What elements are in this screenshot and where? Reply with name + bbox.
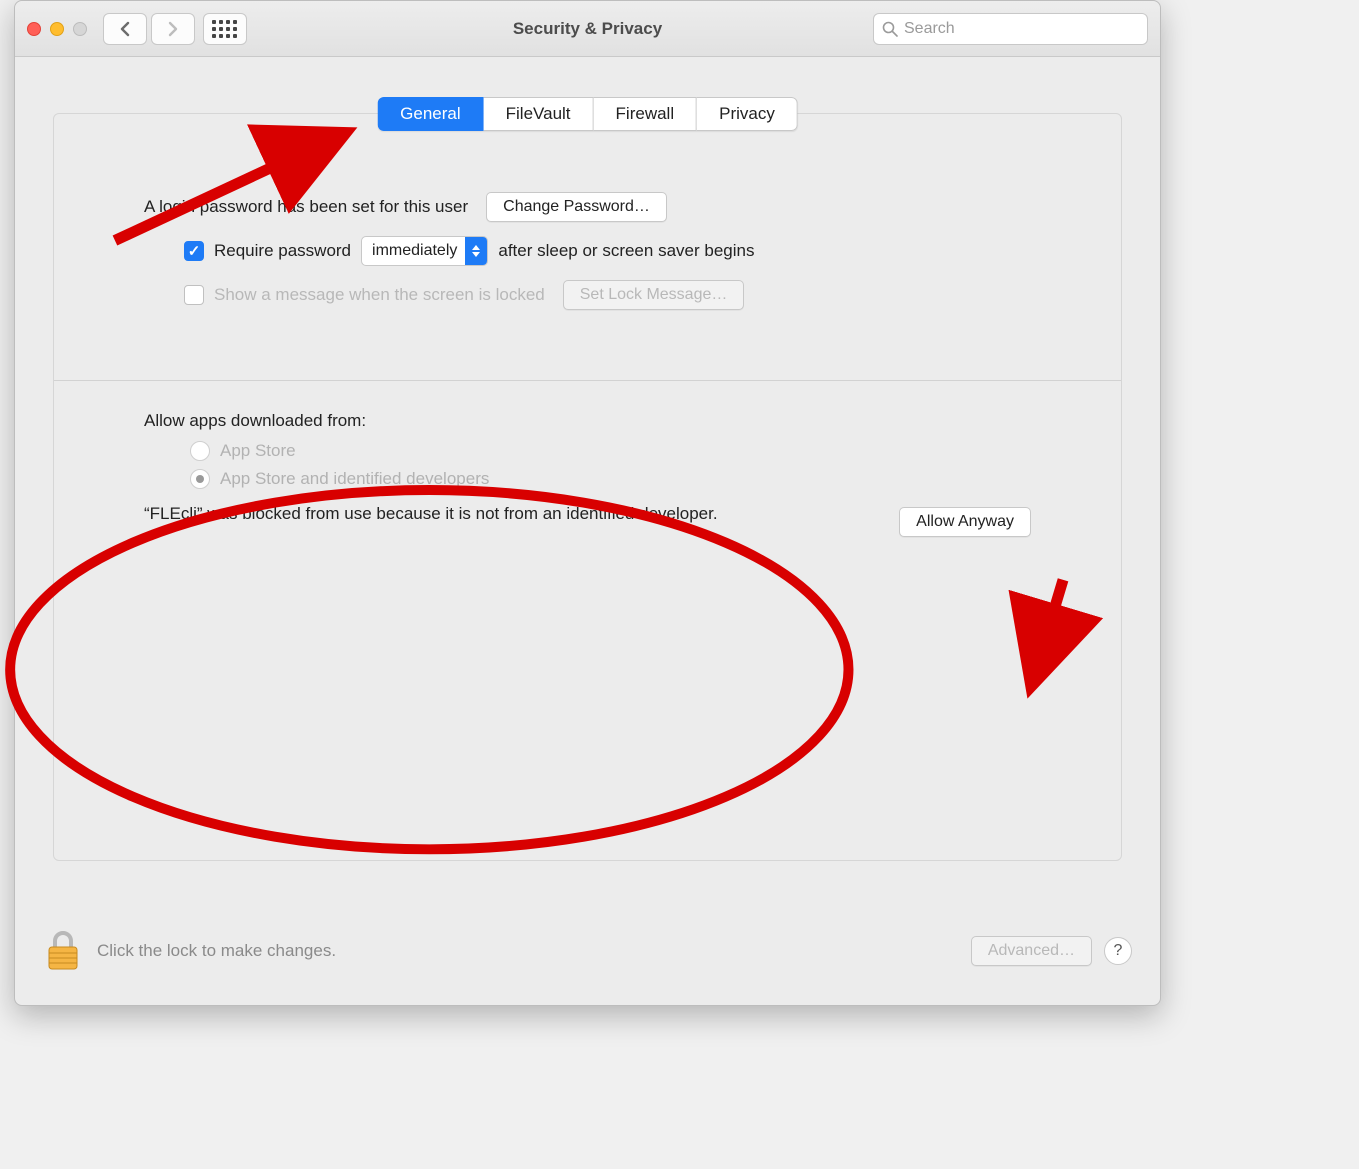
login-password-row: A login password has been set for this u…	[144, 192, 1031, 222]
require-password-suffix: after sleep or screen saver begins	[498, 241, 754, 261]
close-window-button[interactable]	[27, 22, 41, 36]
show-message-label: Show a message when the screen is locked	[214, 285, 545, 305]
show-message-row: Show a message when the screen is locked…	[184, 280, 1031, 310]
radio-app-store-input	[190, 441, 210, 461]
divider	[54, 380, 1121, 381]
blocked-app-row: “FLEcli” was blocked from use because it…	[144, 503, 1031, 537]
radio-app-store-identified-input	[190, 469, 210, 489]
radio-app-store-identified: App Store and identified developers	[190, 469, 1031, 489]
minimize-window-button[interactable]	[50, 22, 64, 36]
search-icon	[882, 21, 898, 37]
lock-hint-text: Click the lock to make changes.	[97, 941, 336, 961]
require-password-checkbox[interactable]	[184, 241, 204, 261]
zoom-window-button[interactable]	[73, 22, 87, 36]
login-password-text: A login password has been set for this u…	[144, 197, 468, 217]
grid-icon	[212, 20, 238, 38]
help-button[interactable]: ?	[1104, 937, 1132, 965]
allow-apps-section: Allow apps downloaded from: App Store Ap…	[144, 411, 1031, 537]
require-password-label: Require password	[214, 241, 351, 261]
set-lock-message-button: Set Lock Message…	[563, 280, 745, 310]
chevron-left-icon	[119, 21, 131, 37]
search-placeholder: Search	[904, 20, 955, 38]
footer: Click the lock to make changes. Advanced…	[43, 925, 1132, 977]
advanced-button[interactable]: Advanced…	[971, 936, 1092, 966]
select-arrows-icon	[465, 237, 487, 265]
allow-apps-heading: Allow apps downloaded from:	[144, 411, 1031, 431]
tab-bar: General FileVault Firewall Privacy	[377, 97, 798, 131]
content-panel: General FileVault Firewall Privacy A log…	[53, 113, 1122, 861]
chevron-right-icon	[167, 21, 179, 37]
tab-filevault[interactable]: FileVault	[484, 97, 594, 131]
require-password-row: Require password immediately after sleep…	[184, 236, 1031, 266]
show-all-button[interactable]	[203, 13, 247, 45]
allow-anyway-button[interactable]: Allow Anyway	[899, 507, 1031, 537]
window-controls	[27, 22, 87, 36]
blocked-app-message: “FLEcli” was blocked from use because it…	[144, 503, 718, 526]
nav-buttons	[103, 13, 195, 45]
titlebar: Security & Privacy Search	[15, 1, 1160, 57]
change-password-button[interactable]: Change Password…	[486, 192, 667, 222]
back-button[interactable]	[103, 13, 147, 45]
tab-firewall[interactable]: Firewall	[594, 97, 698, 131]
tab-general[interactable]: General	[377, 97, 483, 131]
radio-app-store: App Store	[190, 441, 1031, 461]
forward-button[interactable]	[151, 13, 195, 45]
show-message-checkbox[interactable]	[184, 285, 204, 305]
lock-icon[interactable]	[43, 929, 83, 973]
search-input[interactable]: Search	[873, 13, 1148, 45]
require-password-delay-select[interactable]: immediately	[361, 236, 488, 266]
tab-privacy[interactable]: Privacy	[697, 97, 798, 131]
preferences-window: Security & Privacy Search General FileVa…	[14, 0, 1161, 1006]
